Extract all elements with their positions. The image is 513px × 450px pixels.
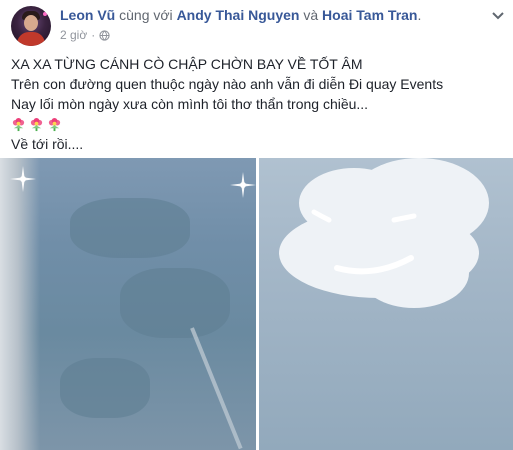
flower-icon: [11, 117, 26, 132]
photo-grid: [0, 158, 513, 450]
tagged-user-2[interactable]: Hoai Tam Tran: [322, 7, 417, 23]
chevron-down-icon[interactable]: [490, 10, 506, 22]
flower-icon: [29, 117, 44, 132]
post-line-1: XA XA TỪNG CÁNH CÒ CHẬP CHỜN BAY VỀ TỐT …: [11, 56, 363, 72]
post-meta: 2 giờ ·: [60, 28, 110, 42]
meta-separator: ·: [91, 28, 96, 42]
author-avatar[interactable]: [11, 6, 51, 46]
timestamp[interactable]: 2 giờ: [60, 28, 87, 42]
with-text: cùng với: [115, 7, 177, 23]
emoji-row: [11, 114, 506, 134]
flower-icon: [47, 117, 62, 132]
sparkle-icon: [10, 166, 36, 192]
post-text: XA XA TỪNG CÁNH CÒ CHẬP CHỜN BAY VỀ TỐT …: [11, 54, 506, 154]
post-line-2: Trên con đường quen thuộc ngày nào anh v…: [11, 76, 444, 92]
tagged-user-1[interactable]: Andy Thai Nguyen: [177, 7, 300, 23]
smiley-drawing: [311, 209, 417, 275]
post-header: Leon Vũ cùng với Andy Thai Nguyen và Hoa…: [11, 6, 506, 46]
sparkle-icon: [230, 172, 256, 198]
globe-icon[interactable]: [99, 29, 110, 41]
period: .: [417, 7, 422, 23]
post-line-4: Về tới rồi....: [11, 136, 84, 152]
post-title: Leon Vũ cùng với Andy Thai Nguyen và Hoa…: [60, 7, 421, 23]
and-text: và: [299, 7, 323, 23]
post-line-3: Nay lối mòn ngày xưa còn mình tôi thơ th…: [11, 96, 369, 112]
author-name[interactable]: Leon Vũ: [60, 7, 115, 23]
photo-cloud-smiley[interactable]: [259, 158, 513, 450]
photo-airplane-window[interactable]: [0, 158, 256, 450]
